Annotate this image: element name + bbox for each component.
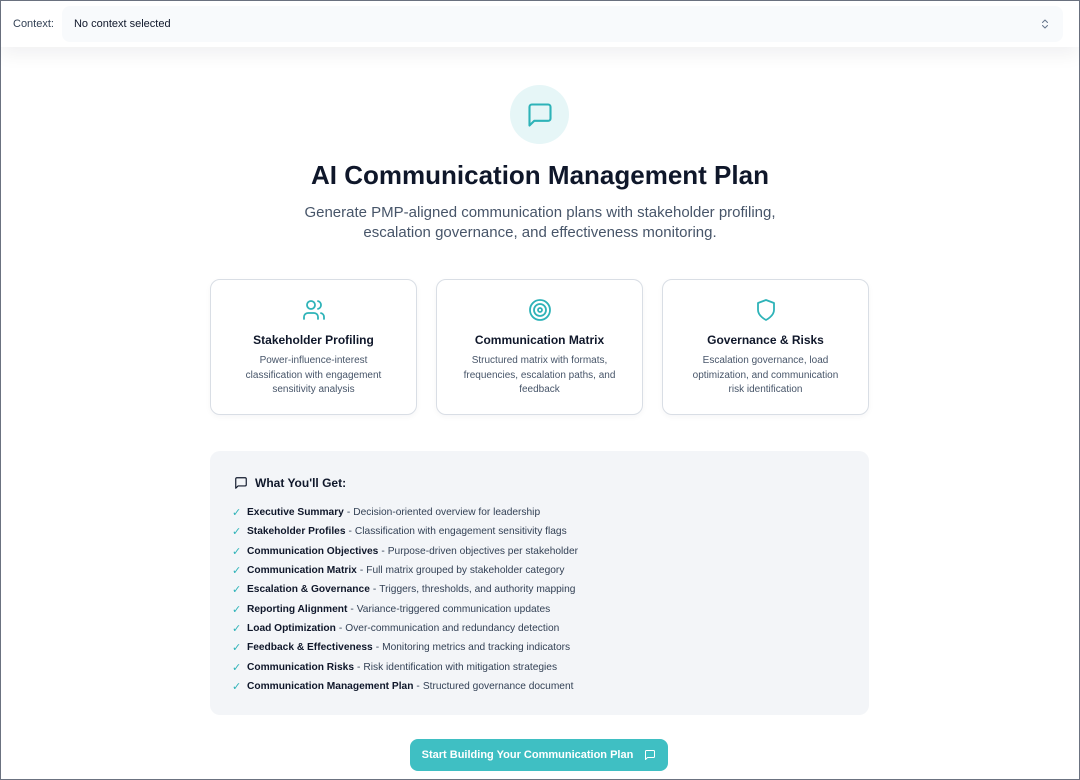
deliverable-description: Risk identification with mitigation stra…	[363, 661, 558, 673]
deliverable-name: Load Optimization	[247, 622, 336, 634]
deliverable-separator: -	[348, 526, 352, 538]
users-icon	[302, 300, 325, 320]
deliverable-item: ✓ Reporting Alignment - Variance-triggered …	[232, 599, 578, 618]
shield-icon	[756, 299, 775, 321]
deliverable-description: Over-communication and redundancy detect…	[345, 622, 560, 634]
check-icon: ✓	[232, 642, 242, 655]
deliverable-separator: -	[375, 642, 380, 654]
context-select-value: No context selected	[73, 18, 171, 30]
deliverable-separator: -	[359, 565, 364, 577]
feature-card-communication-matrix: Communication Matrix Structured matrix w…	[436, 279, 643, 415]
context-label: Context:	[13, 18, 54, 30]
hero-icon-badge	[510, 85, 569, 144]
feature-card-title: Communication Matrix	[474, 333, 605, 347]
deliverable-separator: -	[416, 680, 420, 692]
deliverables-list: ✓ Executive Summary - Decision-oriented ove…	[232, 503, 578, 696]
check-icon: ✓	[232, 526, 242, 539]
message-square-icon	[235, 477, 247, 489]
deliverable-description: Monitoring metrics and tracking indicato…	[382, 642, 571, 654]
deliverable-item: ✓ Communication Management Plan - Structure…	[232, 677, 578, 696]
deliverable-description: Full matrix grouped by stakeholder categ…	[366, 565, 565, 577]
deliverable-separator: -	[357, 661, 361, 673]
deliverable-item: ✓ Communication Objectives - Purpose-driven…	[232, 542, 578, 561]
check-icon: ✓	[232, 603, 242, 616]
feature-card-title: Stakeholder Profiling	[253, 333, 374, 347]
deliverable-description: Triggers, thresholds, and authority mapp…	[379, 584, 576, 596]
feature-card-description: Structured matrix with formats, frequenc…	[463, 355, 616, 395]
deliverable-separator: -	[372, 584, 377, 596]
deliverable-item: ✓ Communication Risks - Risk identification…	[232, 657, 578, 676]
check-icon: ✓	[232, 680, 242, 693]
feature-card-stakeholder-profiling: Stakeholder Profiling Power-influence-in…	[210, 279, 417, 415]
start-building-label: Start Building Your Communication Plan	[421, 749, 634, 761]
deliverable-name: Reporting Alignment	[247, 603, 348, 615]
deliverables-heading: What You'll Get:	[234, 476, 346, 490]
deliverable-item: ✓ Escalation & Governance - Triggers, thres…	[232, 580, 578, 599]
start-building-button[interactable]: Start Building Your Communication Plan	[410, 739, 668, 771]
check-icon: ✓	[232, 622, 242, 635]
deliverables-panel: What You'll Get: ✓ Executive Summary - Deci…	[210, 451, 869, 715]
deliverable-item: ✓ Load Optimization - Over-communication an…	[232, 619, 578, 638]
context-select[interactable]: No context selected	[61, 6, 1063, 42]
feature-card-governance-risks: Governance & Risks Escalation governance…	[662, 279, 869, 415]
deliverable-name: Feedback & Effectiveness	[247, 642, 373, 654]
deliverable-name: Communication Risks	[247, 661, 354, 673]
feature-card-title: Governance & Risks	[707, 333, 824, 347]
deliverable-name: Stakeholder Profiles	[247, 526, 346, 538]
deliverable-separator: -	[346, 507, 351, 519]
deliverable-name: Escalation & Governance	[247, 584, 370, 596]
deliverable-item: ✓ Executive Summary - Decision-oriented ove…	[232, 503, 578, 522]
deliverable-description: Classification with engagement sensitivi…	[354, 526, 567, 538]
deliverable-separator: -	[338, 622, 343, 634]
context-bar: Context: No context selected	[1, 1, 1079, 47]
page-title: AI Communication Management Plan	[311, 160, 769, 190]
deliverable-description: Purpose-driven objectives per stakeholde…	[387, 545, 579, 557]
target-icon	[528, 299, 551, 321]
check-icon: ✓	[232, 545, 242, 558]
deliverable-item: ✓ Stakeholder Profiles - Classification wit…	[232, 522, 578, 541]
deliverable-description: Decision-oriented overview for leadershi…	[353, 507, 541, 519]
page-subtitle: Generate PMP-aligned communication plans…	[304, 204, 776, 241]
check-icon: ✓	[232, 565, 242, 578]
deliverable-description: Structured governance document	[422, 680, 574, 692]
check-icon: ✓	[232, 507, 242, 520]
message-square-icon	[527, 102, 552, 127]
check-icon: ✓	[232, 584, 242, 597]
deliverable-name: Communication Management Plan	[247, 680, 414, 692]
chevron-up-down-icon	[1042, 19, 1048, 29]
deliverable-name: Communication Objectives	[247, 545, 379, 557]
feature-card-description: Escalation governance, load optimization…	[692, 355, 839, 395]
message-square-icon	[645, 750, 656, 760]
deliverable-name: Communication Matrix	[247, 565, 357, 577]
deliverable-item: ✓ Communication Matrix - Full matrix groupe…	[232, 561, 578, 580]
deliverable-separator: -	[381, 545, 385, 557]
deliverable-description: Variance-triggered communication updates	[356, 603, 551, 615]
deliverable-item: ✓ Feedback & Effectiveness - Monitoring met…	[232, 638, 578, 657]
check-icon: ✓	[232, 661, 242, 674]
feature-card-description: Power-influence-interest classification …	[245, 355, 382, 395]
deliverables-heading-text: What You'll Get:	[255, 476, 347, 490]
deliverable-separator: -	[350, 603, 354, 615]
deliverable-name: Executive Summary	[247, 507, 344, 519]
